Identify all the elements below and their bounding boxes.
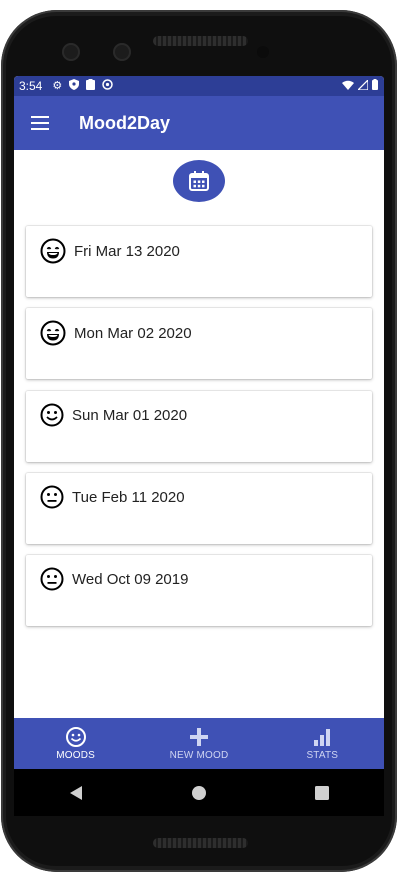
very-happy-face-icon <box>40 320 66 346</box>
nav-moods[interactable]: MOODS <box>14 718 137 769</box>
mood-date: Fri Mar 13 2020 <box>74 242 180 260</box>
status-bar: 3:54 ⚙ <box>14 76 384 96</box>
wifi-icon <box>342 79 354 93</box>
bottom-navigation: MOODS NEW MOOD STATS <box>14 718 384 769</box>
hamburger-icon <box>31 116 49 130</box>
system-navigation-bar <box>14 769 384 816</box>
neutral-face-icon <box>40 567 64 591</box>
status-left-icons: ⚙ <box>52 79 113 93</box>
mood-date: Wed Oct 09 2019 <box>72 570 189 588</box>
status-right-icons <box>342 78 378 93</box>
status-time: 3:54 <box>19 79 43 93</box>
very-happy-face-icon <box>40 238 66 264</box>
shield-icon <box>69 79 80 93</box>
calendar-icon <box>189 171 209 191</box>
gear-icon: ⚙ <box>52 79 63 92</box>
neutral-face-icon <box>40 485 64 509</box>
signal-icon <box>356 78 369 93</box>
mood-date: Tue Feb 11 2020 <box>72 488 185 506</box>
plus-icon <box>189 728 208 746</box>
app-bar: Mood2Day <box>14 96 384 150</box>
nav-stats-label: STATS <box>306 750 339 761</box>
bar-chart-icon <box>314 729 331 746</box>
home-button[interactable] <box>179 773 219 813</box>
menu-button[interactable] <box>14 96 66 150</box>
bottom-speaker <box>153 838 248 848</box>
front-camera-secondary <box>113 43 131 61</box>
happy-face-icon <box>40 403 64 427</box>
device-screen: 3:54 ⚙ Mood2Day Fri Mar 13 2020 Mon Mar … <box>14 76 384 816</box>
mood-card[interactable]: Mon Mar 02 2020 <box>26 308 372 379</box>
back-icon <box>69 785 82 800</box>
front-camera <box>62 43 80 61</box>
battery-icon <box>372 79 378 93</box>
mood-card[interactable]: Wed Oct 09 2019 <box>26 555 372 626</box>
app-title: Mood2Day <box>79 112 171 133</box>
mood-card[interactable]: Sun Mar 01 2020 <box>26 391 372 462</box>
smiley-icon <box>65 727 86 747</box>
back-button[interactable] <box>56 773 96 813</box>
calendar-button[interactable] <box>173 160 225 202</box>
mood-card[interactable]: Tue Feb 11 2020 <box>26 473 372 544</box>
nav-stats[interactable]: STATS <box>261 718 384 769</box>
clipboard-icon <box>86 79 96 93</box>
nav-new-mood[interactable]: NEW MOOD <box>137 718 260 769</box>
nav-new-mood-label: NEW MOOD <box>169 750 229 761</box>
mood-date: Sun Mar 01 2020 <box>72 406 188 424</box>
nav-moods-label: MOODS <box>56 750 96 761</box>
home-icon <box>191 785 206 800</box>
at-icon <box>102 79 113 93</box>
earpiece-speaker <box>153 36 248 46</box>
mood-date: Mon Mar 02 2020 <box>74 324 192 342</box>
recents-icon <box>315 785 330 800</box>
recents-button[interactable] <box>302 773 342 813</box>
mood-card[interactable]: Fri Mar 13 2020 <box>26 226 372 297</box>
proximity-sensor <box>257 46 269 58</box>
